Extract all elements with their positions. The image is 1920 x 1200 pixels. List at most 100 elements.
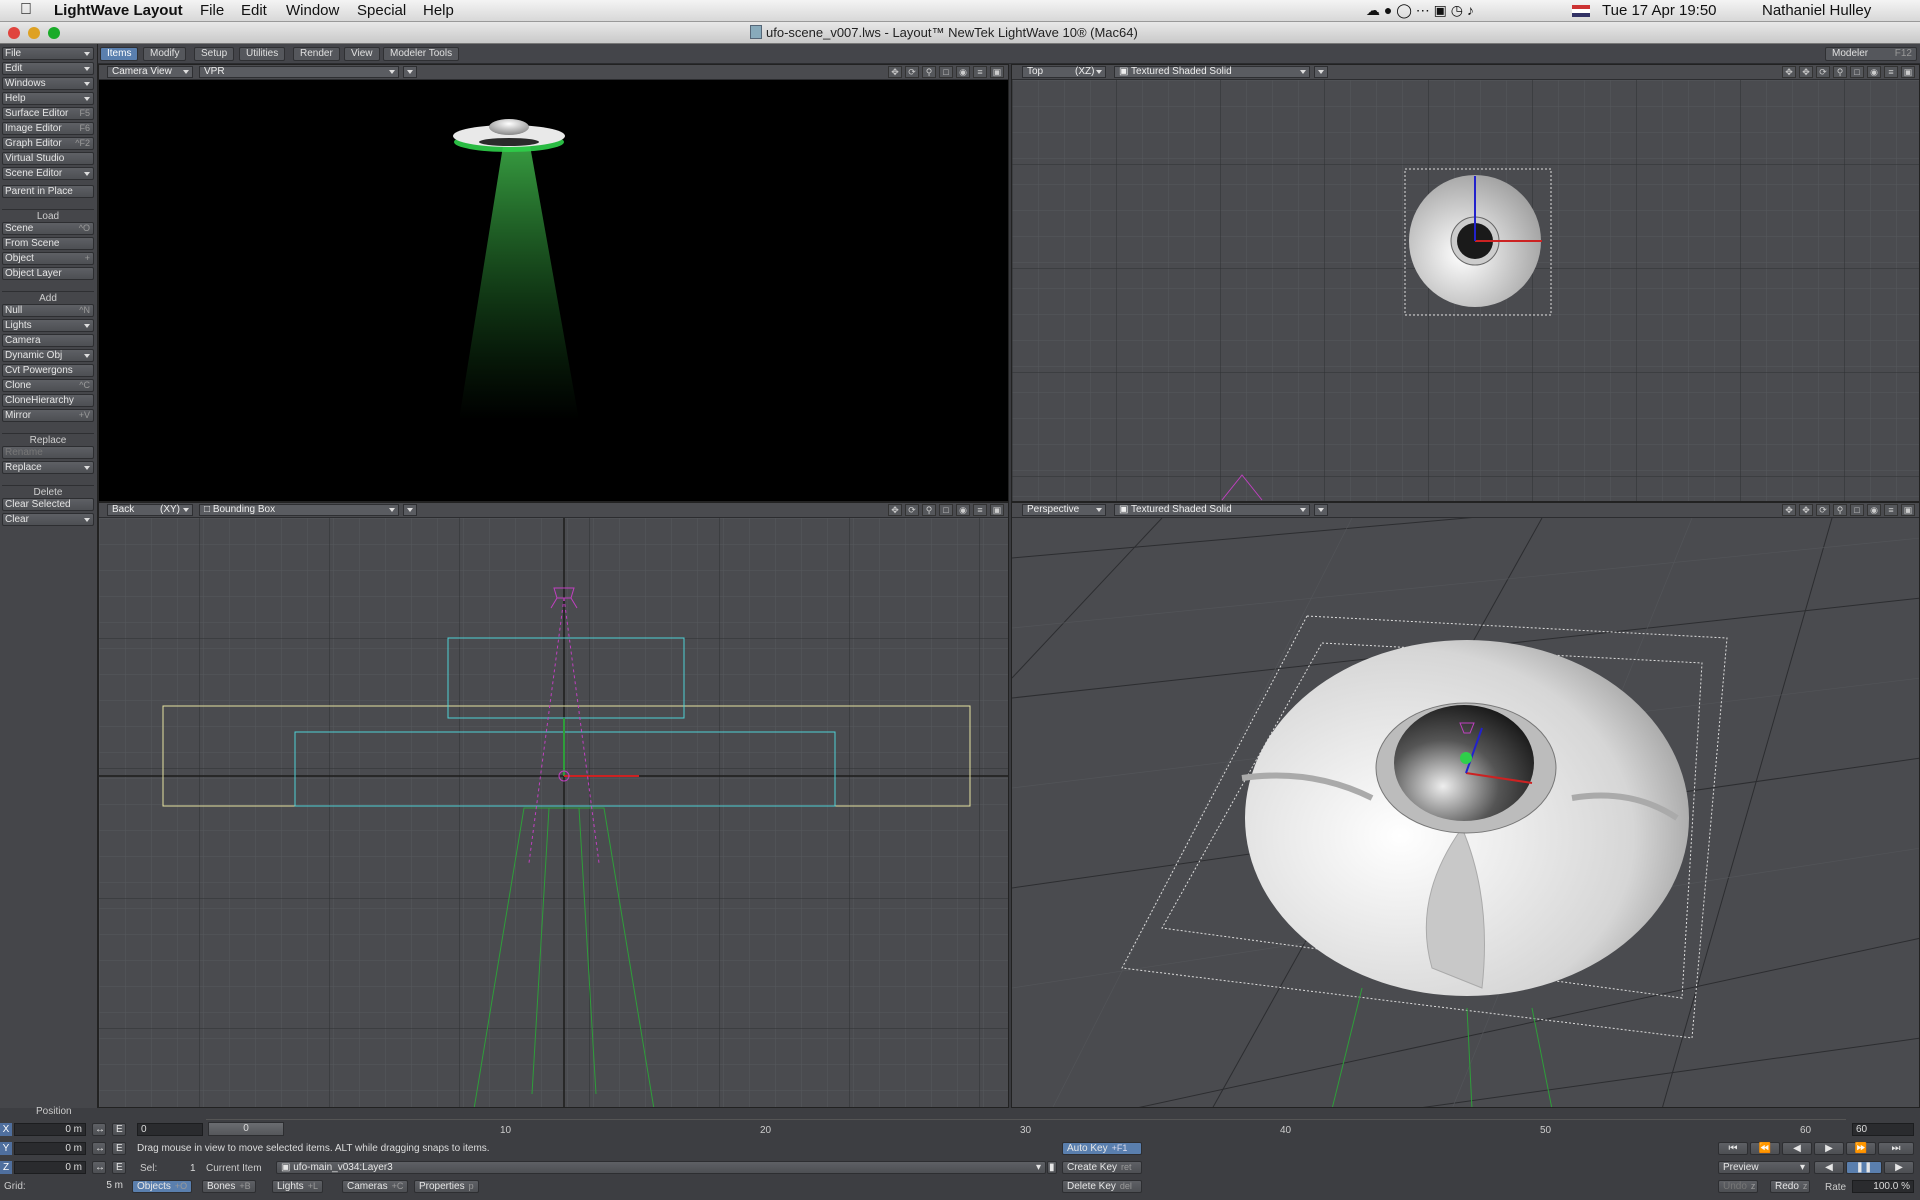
list-icon[interactable]: ≡ [973,504,987,516]
move-view-icon[interactable]: ✥ [888,66,902,78]
auto-key-button[interactable]: Auto Key +F1 [1062,1142,1142,1155]
timeline-slider[interactable]: 0 [208,1122,284,1136]
image-editor-button[interactable]: Image Editor F6 [2,122,94,135]
rate-field[interactable]: 100.0 % [1852,1180,1914,1193]
tab-utilities[interactable]: Utilities [239,47,286,61]
x-envelope-button[interactable]: E [112,1123,126,1136]
properties-button[interactable]: Properties p [414,1180,479,1193]
save-icon[interactable]: ▣ [1901,504,1915,516]
menu-file[interactable]: File [200,2,224,19]
cvt-powergons-button[interactable]: Cvt Powergons [2,364,94,377]
save-icon[interactable]: ▣ [990,66,1004,78]
grid-size-field[interactable]: 5 m [40,1180,126,1193]
viewport-perspective[interactable]: Perspective ▣ Textured Shaded Solid ✥ ✥ ⟳ ⚲… [1011,502,1920,1108]
tab-modeler-tools[interactable]: Modeler Tools [383,47,460,61]
pan-view-icon[interactable]: ✥ [1799,504,1813,516]
next-key-icon[interactable]: ⏩ [1846,1142,1876,1155]
load-object-layer-button[interactable]: Object Layer [2,267,94,280]
add-lights-button[interactable]: Lights [2,319,94,332]
zoom-view-icon[interactable]: ⚲ [1833,66,1847,78]
y-axis-handle[interactable] [1460,752,1472,764]
tab-render[interactable]: Render [293,47,340,61]
move-view-icon[interactable]: ✥ [1782,66,1796,78]
zoom-view-icon[interactable]: ⚲ [922,66,936,78]
add-null-button[interactable]: Null ^N [2,304,94,317]
rename-button[interactable]: Rename [2,446,94,459]
current-frame-field[interactable]: 0 [137,1123,203,1136]
menu-edit[interactable]: Edit [241,2,267,19]
load-scene-button[interactable]: Scene ^O [2,222,94,235]
panel-help-menu[interactable]: Help [2,92,94,105]
view-type-select[interactable]: Perspective [1022,504,1106,516]
load-from-scene-button[interactable]: From Scene [2,237,94,250]
bones-button[interactable]: Bones +B [202,1180,256,1193]
menu-window[interactable]: Window [286,2,339,19]
graph-editor-button[interactable]: Graph Editor ^F2 [2,137,94,150]
y-envelope-button[interactable]: E [112,1142,126,1155]
parent-in-place-button[interactable]: Parent in Place [2,185,94,198]
add-dynamic-obj-button[interactable]: Dynamic Obj [2,349,94,362]
clone-hierarchy-button[interactable]: CloneHierarchy [2,394,94,407]
load-object-button[interactable]: Object + [2,252,94,265]
objects-button[interactable]: Objects +O [132,1180,193,1193]
add-camera-button[interactable]: Camera [2,334,94,347]
delete-key-button[interactable]: Delete Key del [1062,1180,1142,1193]
pause-icon[interactable]: ❚❚ [1846,1161,1882,1174]
x-position-field[interactable]: 0 m [14,1123,86,1136]
virtual-studio-button[interactable]: Virtual Studio [2,152,94,165]
menu-special[interactable]: Special [357,2,406,19]
first-frame-icon[interactable]: ⏮ [1718,1142,1748,1155]
pan-view-icon[interactable]: ✥ [1799,66,1813,78]
save-icon[interactable]: ▣ [990,504,1004,516]
cameras-button[interactable]: Cameras +C [342,1180,409,1193]
z-envelope-button[interactable]: E [112,1161,126,1174]
prev-key-icon[interactable]: ⏪ [1750,1142,1780,1155]
play-icon[interactable]: ▶ [1884,1161,1914,1174]
zoom-view-icon[interactable]: ⚲ [922,504,936,516]
apple-icon[interactable]:  [20,1,32,19]
tab-setup[interactable]: Setup [194,47,235,61]
status-icons[interactable]: ☁ ● ◯ ⋯ ▣ ◷ ♪ [1366,2,1474,19]
tab-view[interactable]: View [344,47,380,61]
clear-selected-button[interactable]: Clear Selected [2,498,94,511]
camera-icon[interactable]: ◉ [1867,66,1881,78]
maximize-icon[interactable]: □ [939,66,953,78]
replace-button[interactable]: Replace [2,461,94,474]
timeline-track[interactable] [206,1110,1846,1120]
menubar-user[interactable]: Nathaniel Hulley [1762,2,1871,19]
item-props-icon[interactable]: ▮ [1047,1161,1057,1174]
end-frame-field[interactable]: 60 [1852,1123,1914,1136]
preview-select[interactable]: Preview ▾ [1718,1161,1810,1174]
surface-editor-button[interactable]: Surface Editor F5 [2,107,94,120]
prev-frame-icon[interactable]: ◀ [1782,1142,1812,1155]
options-dropdown[interactable] [1314,66,1328,78]
mirror-button[interactable]: Mirror +V [2,409,94,422]
camera-icon[interactable]: ◉ [1867,504,1881,516]
viewport-back[interactable]: Back (XY) □ Bounding Box ✥ ⟳ ⚲ □ ◉ ≡ ▣ [98,502,1009,1108]
modeler-button[interactable]: Modeler F12 [1825,47,1917,61]
last-frame-icon[interactable]: ⏭ [1878,1142,1914,1155]
panel-file-menu[interactable]: File [2,47,94,60]
render-mode-select[interactable]: ▣ Textured Shaded Solid [1114,66,1310,78]
panel-windows-menu[interactable]: Windows [2,77,94,90]
viewport-camera[interactable]: Camera View VPR ✥ ⟳ ⚲ □ ◉ ≡ ▣ [98,64,1009,502]
camera-icon[interactable]: ◉ [956,66,970,78]
view-type-select[interactable]: Camera View [107,66,193,78]
render-mode-select[interactable]: ▣ Textured Shaded Solid [1114,504,1310,516]
z-move-icon[interactable]: ↔ [92,1161,106,1174]
view-type-select[interactable]: Top (XZ) [1022,66,1106,78]
maximize-icon[interactable]: □ [1850,504,1864,516]
redo-button[interactable]: Redo z [1770,1180,1810,1193]
z-position-field[interactable]: 0 m [14,1161,86,1174]
flag-icon[interactable] [1572,5,1590,17]
menu-help[interactable]: Help [423,2,454,19]
rotate-view-icon[interactable]: ⟳ [905,66,919,78]
options-dropdown[interactable] [1314,504,1328,516]
camera-icon[interactable]: ◉ [956,504,970,516]
render-mode-select[interactable]: □ Bounding Box [199,504,399,516]
scene-editor-button[interactable]: Scene Editor [2,167,94,180]
tab-modify[interactable]: Modify [143,47,187,61]
y-move-icon[interactable]: ↔ [92,1142,106,1155]
clear-button[interactable]: Clear [2,513,94,526]
move-view-icon[interactable]: ✥ [888,504,902,516]
